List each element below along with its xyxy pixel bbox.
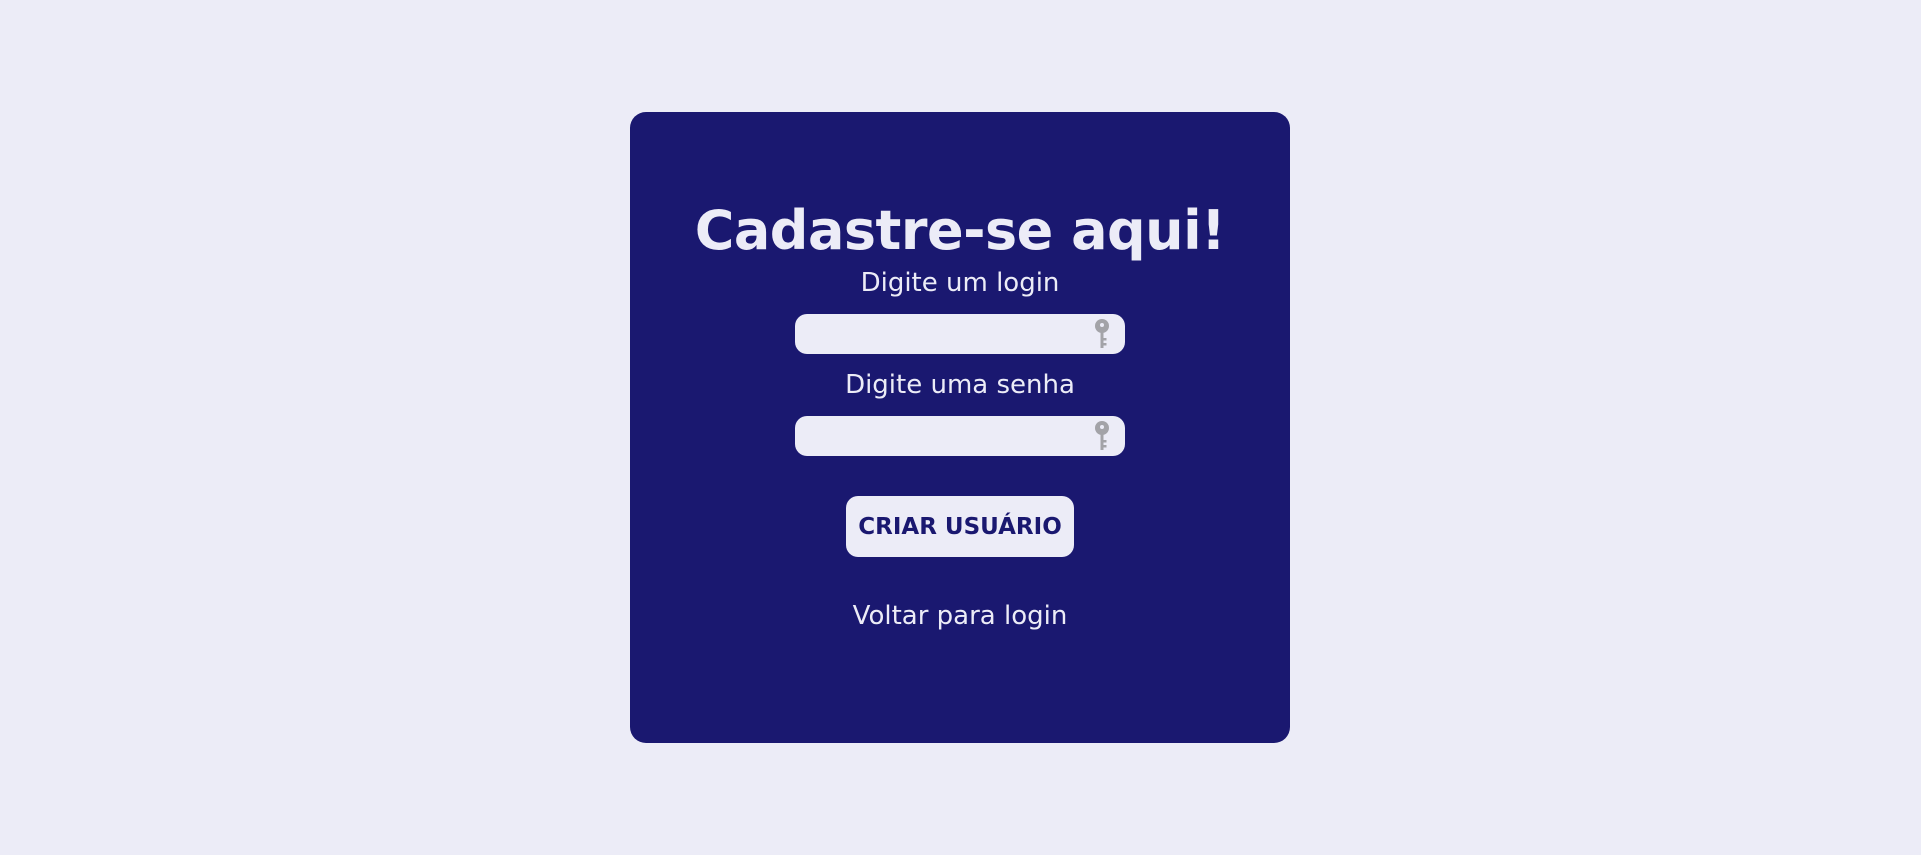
password-label: Digite uma senha (845, 370, 1075, 400)
login-label: Digite um login (860, 268, 1060, 298)
password-field-wrapper (795, 416, 1125, 456)
back-to-login-link[interactable]: Voltar para login (853, 599, 1068, 633)
login-input[interactable] (795, 314, 1125, 354)
signup-card: Cadastre-se aqui! Digite um login Digite… (630, 112, 1290, 743)
key-icon (1095, 319, 1109, 348)
create-user-button[interactable]: CRIAR USUÁRIO (846, 496, 1074, 557)
page-title: Cadastre-se aqui! (694, 199, 1226, 262)
password-input[interactable] (795, 416, 1125, 456)
login-field-wrapper (795, 314, 1125, 354)
key-icon (1095, 421, 1109, 450)
